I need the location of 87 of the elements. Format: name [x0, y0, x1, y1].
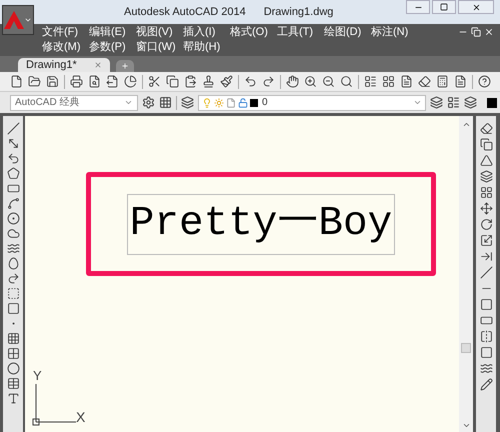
ucs-axes-icon — [32, 382, 76, 428]
document-title: Drawing1.dwg — [264, 4, 334, 20]
arc-icon[interactable] — [6, 197, 20, 210]
settings-icon[interactable] — [142, 96, 155, 109]
line-icon[interactable] — [6, 122, 20, 135]
new-file-icon[interactable] — [10, 75, 23, 88]
menu-item[interactable]: 格式(O) — [230, 24, 277, 41]
x-axis-label: X — [76, 410, 86, 424]
color-swatch — [250, 98, 258, 106]
array-icon[interactable] — [480, 186, 492, 199]
cloud-icon[interactable] — [6, 227, 20, 240]
menu-item[interactable]: 视图(V) — [136, 24, 183, 41]
vertical-scrollbar[interactable] — [459, 116, 473, 432]
table-icon[interactable] — [6, 377, 20, 390]
zoom-in-icon[interactable] — [304, 75, 317, 88]
scroll-down-icon[interactable] — [462, 421, 470, 430]
circle-icon[interactable] — [6, 212, 20, 225]
menu-item[interactable]: 插入(I) — [183, 24, 230, 41]
help-icon[interactable] — [478, 75, 491, 88]
menu-item[interactable]: 帮助(H) — [183, 39, 230, 56]
maximize-icon — [440, 3, 448, 11]
move-icon[interactable] — [480, 202, 492, 215]
menu-item[interactable]: 标注(N) — [371, 24, 418, 41]
printer-icon[interactable] — [70, 75, 83, 88]
undo-icon[interactable] — [244, 75, 257, 88]
menu-item[interactable]: 绘图(D) — [324, 24, 371, 41]
menu-item[interactable]: 编辑(E) — [89, 24, 136, 41]
layer-dropdown[interactable]: 0 — [198, 94, 426, 110]
calculator-icon[interactable] — [436, 75, 449, 88]
zoom-out-icon[interactable] — [322, 75, 335, 88]
pie-chart-icon[interactable] — [124, 75, 137, 88]
sun-icon — [214, 98, 224, 108]
y-axis-label: Y — [33, 369, 42, 382]
layers-icon[interactable] — [181, 96, 194, 109]
doc-close-icon[interactable] — [484, 27, 494, 37]
dropdown-caret-icon — [413, 98, 422, 107]
copy-objects-icon[interactable] — [480, 138, 492, 151]
close-icon — [472, 2, 480, 12]
scroll-thumb[interactable] — [461, 343, 471, 353]
paste-icon[interactable] — [184, 75, 197, 88]
eraser-icon[interactable] — [418, 75, 431, 88]
document-tab[interactable]: Drawing1* — [18, 58, 110, 72]
workspace-dropdown[interactable]: AutoCAD 经典 — [10, 94, 138, 110]
file-output-icon[interactable] — [106, 75, 119, 88]
hand-icon[interactable] — [286, 75, 299, 88]
save-icon[interactable] — [46, 75, 59, 88]
unlock-icon — [238, 98, 248, 108]
grid-panel-icon[interactable] — [382, 75, 395, 88]
logo-icon — [4, 11, 24, 29]
rectangle-icon[interactable] — [6, 182, 20, 195]
canvas-text[interactable]: Pretty一Boy — [126, 194, 396, 254]
new-tab-button[interactable] — [116, 60, 134, 72]
menu-item[interactable]: 修改(M) — [42, 39, 89, 56]
menu-item[interactable]: 文件(F) — [42, 24, 89, 41]
copy-icon[interactable] — [166, 75, 179, 88]
close-button[interactable] — [458, 0, 494, 14]
menu-item[interactable]: 参数(P) — [89, 39, 136, 56]
text-icon[interactable] — [6, 392, 20, 405]
grid-icon[interactable] — [159, 96, 172, 109]
menu-item[interactable]: 工具(T) — [277, 24, 324, 41]
list-panel-icon[interactable] — [364, 75, 377, 88]
dropdown-caret-icon — [124, 98, 133, 107]
color-swatch[interactable] — [487, 98, 497, 108]
plus-icon — [121, 62, 129, 70]
window-title: Autodesk AutoCAD 2014 — [124, 4, 246, 20]
lightbulb-icon — [202, 98, 212, 108]
open-folder-icon[interactable] — [28, 75, 41, 88]
edit-icon[interactable] — [480, 378, 492, 391]
stamp-icon[interactable] — [202, 75, 215, 88]
file-search-icon[interactable] — [88, 75, 101, 88]
caret-icon — [24, 16, 32, 24]
search-icon[interactable] — [340, 75, 353, 88]
paintbrush-icon[interactable] — [220, 75, 233, 88]
doc-restore-icon[interactable] — [471, 27, 481, 37]
redo-icon[interactable] — [262, 75, 275, 88]
document-icon[interactable] — [400, 75, 413, 88]
scroll-up-icon[interactable] — [462, 120, 470, 129]
menu-item[interactable]: 窗口(W) — [136, 39, 183, 56]
tab-close-icon[interactable] — [94, 61, 102, 69]
diagonal-line-icon[interactable] — [6, 137, 20, 150]
erase-icon[interactable] — [480, 122, 492, 135]
app-menu-button[interactable] — [2, 5, 34, 35]
polygon-icon[interactable] — [6, 167, 20, 180]
cut-icon[interactable] — [148, 75, 161, 88]
rotate-icon[interactable] — [480, 218, 492, 231]
maximize-button[interactable] — [432, 0, 456, 14]
sheet-icon[interactable] — [454, 75, 467, 88]
